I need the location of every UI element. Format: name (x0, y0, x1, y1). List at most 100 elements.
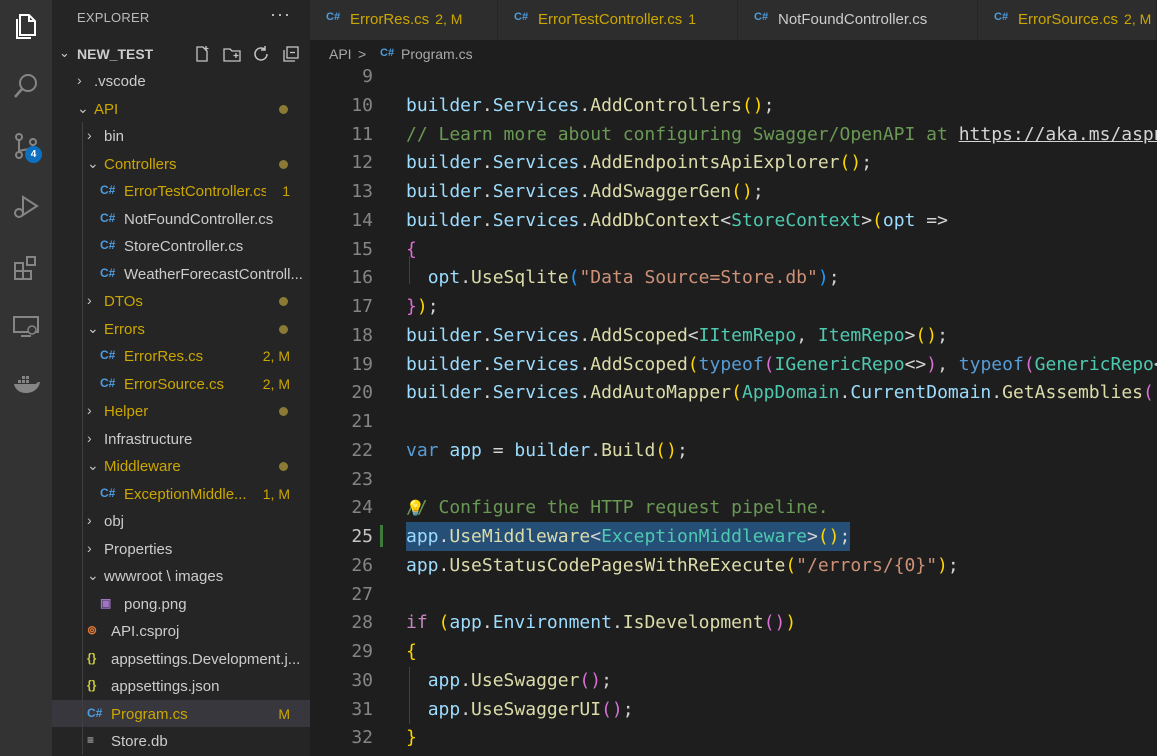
explorer-sidebar: EXPLORER ··· ⌄ NEW_TEST › .vscode ⌄ API › bin… (52, 0, 310, 756)
tree-folder[interactable]: › .vscode (52, 67, 310, 94)
code-token: () (655, 439, 677, 461)
csharp-file-icon: C# (100, 485, 116, 500)
tree-item-label: obj (104, 513, 125, 530)
activity-bar: 4 (0, 0, 52, 756)
code-line: 9 (310, 67, 1157, 91)
code-token: < (687, 324, 699, 346)
code-token: . (481, 353, 493, 375)
extensions-icon[interactable] (0, 242, 52, 294)
chevron-right-icon: › (77, 72, 82, 88)
code-editor[interactable]: 9 10 builder.Services.AddControllers(); 11/… (310, 67, 1157, 756)
code-token: IGenericRepo (774, 353, 905, 375)
code-token: () (839, 152, 862, 174)
code-token: < (590, 526, 602, 547)
editor-tab[interactable]: C# NotFoundController.cs (738, 0, 978, 40)
tree-item-label: ErrorSource.cs (124, 375, 225, 393)
code-text: opt.UseSqlite("Data Source=Store.db"); (406, 263, 840, 292)
code-text: builder.Services.AddScoped<IItemRepo, It… (406, 321, 948, 350)
code-token: CurrentDomain (850, 382, 992, 404)
refresh-icon[interactable] (250, 43, 272, 65)
more-actions-icon[interactable]: ··· (270, 4, 291, 25)
tree-file[interactable]: C# ErrorRes.cs 2, M (52, 342, 310, 369)
editor-tab[interactable]: C# ErrorTestController.cs 1 (498, 0, 738, 40)
new-file-icon[interactable] (191, 43, 213, 65)
tree-file[interactable]: {} appsettings.json (52, 672, 310, 699)
code-text: var app = builder.Build(); (406, 436, 688, 465)
tree-folder[interactable]: ⌄ Errors (52, 315, 310, 342)
code-token: ( (438, 612, 450, 634)
tree-item-label: Program.cs (111, 705, 188, 723)
tree-file[interactable]: C# ErrorSource.cs 2, M (52, 370, 310, 397)
tree-file[interactable]: ⊚ API.csproj (52, 617, 310, 644)
code-token: Services (492, 152, 580, 174)
source-control-icon[interactable] (0, 120, 52, 172)
tree-file[interactable]: ≡ Store.db (52, 727, 310, 754)
code-token: var (406, 439, 439, 461)
tree-item-label: ExceptionMiddle... (124, 485, 247, 503)
code-token: Environment (492, 612, 612, 634)
code-text: { (406, 235, 417, 264)
tree-folder[interactable]: ⌄ Middleware (52, 452, 310, 479)
explorer-title: EXPLORER (77, 10, 150, 25)
editor-tab[interactable]: C# ErrorRes.cs 2, M (310, 0, 498, 40)
tree-file[interactable]: C# ErrorTestController.cs 1 (52, 177, 310, 204)
tree-folder[interactable]: › bin (52, 122, 310, 149)
remote-explorer-icon[interactable] (0, 300, 52, 352)
tree-file[interactable]: C# WeatherForecastControll... (52, 260, 310, 287)
line-number: 15 (351, 238, 373, 260)
breadcrumb-folder[interactable]: API (329, 46, 352, 62)
code-token: app (427, 698, 461, 720)
tree-folder[interactable]: ⌄ Controllers (52, 150, 310, 177)
code-token: AppDomain (741, 382, 840, 404)
chevron-right-icon: › (87, 292, 92, 308)
tree-file[interactable]: C# ExceptionMiddle... 1, M (52, 480, 310, 507)
line-number: 27 (351, 583, 373, 605)
tree-file[interactable]: ▣ pong.png (52, 590, 310, 617)
code-token: ; (676, 439, 688, 461)
tree-file[interactable]: C# Program.cs M (52, 699, 310, 727)
editor-tab[interactable]: C# ErrorSource.cs 2, M (978, 0, 1157, 40)
tree-file[interactable]: {} appsettings.Development.j... (52, 645, 310, 672)
code-token: . (481, 94, 493, 116)
code-text: builder.Services.AddDbContext<StoreConte… (406, 206, 948, 235)
collapse-all-icon[interactable] (280, 43, 302, 65)
chevron-right-icon: › (87, 429, 92, 446)
lightbulb-icon[interactable]: 💡 (406, 494, 425, 523)
line-number: 11 (351, 123, 373, 145)
tree-folder[interactable]: ⌄ API (52, 95, 310, 122)
code-token: Services (492, 181, 580, 202)
tree-item-label: WeatherForecastControll... (124, 265, 303, 283)
csharp-file-icon: C# (326, 11, 341, 23)
csharp-file-icon: C# (100, 183, 116, 197)
tree-folder[interactable]: › Helper (52, 397, 310, 424)
tree-file[interactable]: C# NotFoundController.cs (52, 205, 310, 232)
code-token: . (579, 382, 591, 404)
tree-file[interactable]: C# StoreController.cs (52, 232, 310, 259)
code-token: ( (872, 209, 883, 231)
tree-folder[interactable]: › obj (52, 507, 310, 534)
tree-folder[interactable]: ⌄ wwwroot \ images (52, 562, 310, 589)
tree-folder[interactable]: › Properties (52, 535, 310, 562)
docker-icon[interactable] (0, 358, 52, 410)
tree-folder[interactable]: › DTOs (52, 287, 310, 314)
project-header[interactable]: ⌄ NEW_TEST (52, 40, 310, 67)
line-number: 22 (351, 439, 373, 461)
code-token: builder (406, 94, 482, 116)
line-number: 21 (351, 411, 373, 432)
tree-folder[interactable]: › Infrastructure (52, 425, 310, 452)
code-token: "Data Source=Store.db" (579, 267, 818, 289)
run-debug-icon[interactable] (0, 180, 52, 232)
code-text: if (app.Environment.IsDevelopment()) (406, 608, 796, 637)
breadcrumb-file[interactable]: Program.cs (401, 46, 473, 62)
search-icon[interactable] (0, 60, 52, 112)
code-line: 11 // Learn more about configuring Swagge… (310, 120, 1157, 149)
git-status-badge: 1 (282, 183, 290, 199)
new-folder-icon[interactable] (221, 43, 243, 65)
code-text: app.UseMiddleware<ExceptionMiddleware>()… (406, 522, 851, 551)
explorer-icon[interactable] (0, 0, 52, 52)
code-token: UseSwaggerUI (471, 698, 602, 720)
source-control-badge: 4 (25, 146, 42, 163)
code-token: opt (882, 209, 916, 231)
